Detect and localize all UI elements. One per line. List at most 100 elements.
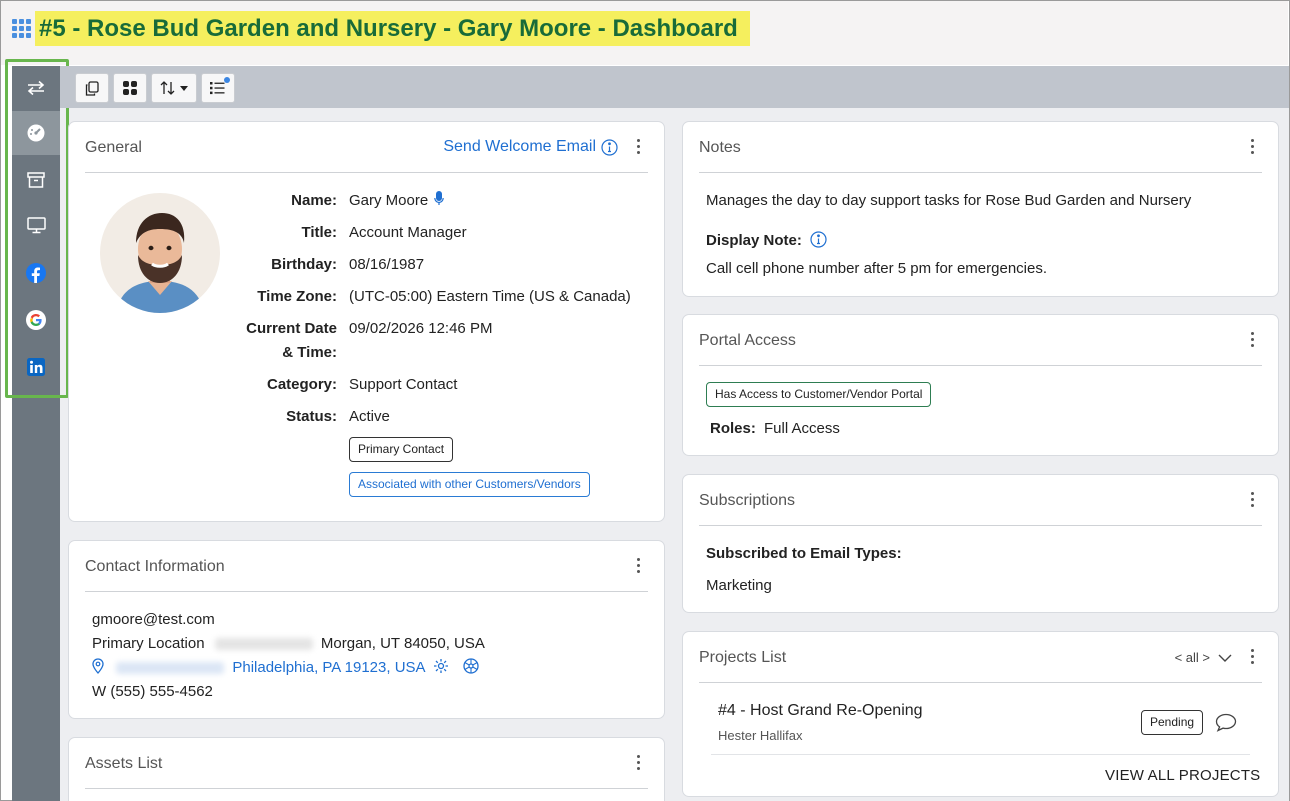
title-value: Account Manager: [349, 224, 467, 241]
roles-row: Roles: Full Access: [710, 417, 840, 441]
notes-text: Manages the day to day support tasks for…: [706, 192, 1192, 209]
sidebar-item-switch[interactable]: [12, 66, 60, 110]
notes-title: Notes: [699, 139, 741, 156]
facebook-icon: [26, 263, 46, 283]
microphone-icon[interactable]: [434, 191, 445, 206]
assets-menu-icon[interactable]: [632, 755, 644, 770]
category-value: Support Contact: [349, 376, 458, 393]
display-note-label: Display Note:: [706, 232, 802, 249]
phone-link[interactable]: W (555) 555-4562: [92, 680, 213, 704]
swap-arrows-icon: [27, 80, 45, 96]
portal-title: Portal Access: [699, 332, 796, 349]
current-datetime-value: 09/02/2026 12:46 PM: [349, 320, 493, 337]
widgets-grid-icon: [123, 81, 137, 95]
redacted-street: [116, 662, 225, 675]
portal-menu-icon[interactable]: [1246, 332, 1258, 347]
name-text: Gary Moore: [349, 192, 429, 209]
portal-access-badge: Has Access to Customer/Vendor Portal: [706, 382, 932, 407]
send-welcome-email-link[interactable]: Send Welcome Email: [443, 138, 618, 156]
chevron-down-icon: [1218, 654, 1232, 662]
archive-box-icon: [27, 172, 45, 188]
page-title: #5 - Rose Bud Garden and Nursery - Gary …: [35, 11, 750, 46]
sidebar-item-google[interactable]: [12, 298, 60, 342]
divider: [85, 591, 648, 592]
roles-value: Full Access: [764, 420, 840, 437]
sort-dropdown-button[interactable]: [151, 73, 197, 103]
caret-down-icon: [180, 85, 188, 91]
projects-filter[interactable]: < all >: [1175, 650, 1232, 665]
category-label: Category:: [266, 376, 337, 393]
divider: [699, 682, 1262, 683]
copy-icon: [85, 80, 99, 96]
notification-dot: [224, 77, 230, 83]
divider: [699, 525, 1262, 526]
subscriptions-menu-icon[interactable]: [1246, 492, 1258, 507]
assets-title: Assets List: [85, 755, 163, 772]
sidebar-item-dashboard[interactable]: [12, 111, 60, 155]
sidebar-item-devices[interactable]: [12, 203, 60, 247]
send-welcome-email-label: Send Welcome Email: [443, 138, 596, 155]
secondary-address-row: Philadelphia, PA 19123, USA: [92, 656, 479, 680]
list-settings-icon: [210, 82, 225, 95]
current-datetime-label-line2: & Time:: [282, 344, 337, 361]
name-label: Name:: [291, 192, 337, 209]
widgets-button[interactable]: [113, 73, 147, 103]
subscribed-email-types-label: Subscribed to Email Types:: [706, 545, 902, 562]
globe-network-icon[interactable]: [463, 658, 479, 674]
timezone-label: Time Zone:: [257, 288, 337, 305]
divider: [85, 788, 648, 789]
status-value: Active: [349, 408, 390, 425]
sort-arrows-icon: [160, 81, 175, 95]
redacted-address: [214, 638, 313, 651]
sidebar-item-linkedin[interactable]: [12, 345, 60, 389]
contact-menu-icon[interactable]: [632, 558, 644, 573]
notes-menu-icon[interactable]: [1246, 139, 1258, 154]
divider: [85, 172, 648, 173]
project-item-name[interactable]: #4 - Host Grand Re-Opening: [718, 699, 923, 723]
info-icon[interactable]: [601, 138, 618, 156]
display-note-text: Call cell phone number after 5 pm for em…: [706, 260, 1048, 277]
title-label: Title:: [301, 224, 337, 241]
birthday-value: 08/16/1987: [349, 256, 425, 273]
projects-menu-icon[interactable]: [1246, 649, 1258, 664]
map-pin-icon: [92, 658, 104, 674]
list-settings-button[interactable]: [201, 73, 235, 103]
primary-location-row: Primary Location Morgan, UT 84050, USA: [92, 632, 485, 656]
status-label: Status:: [286, 408, 337, 425]
general-menu-icon[interactable]: [632, 139, 644, 154]
general-title: General: [85, 139, 142, 156]
primary-location-label: Primary Location: [92, 635, 205, 652]
linkedin-icon: [27, 358, 45, 376]
gear-icon[interactable]: [433, 658, 449, 674]
sidebar-item-archive[interactable]: [12, 158, 60, 202]
email-link[interactable]: gmoore@test.com: [92, 608, 215, 632]
primary-contact-badge: Primary Contact: [349, 437, 454, 462]
view-all-projects-link[interactable]: VIEW ALL PROJECTS: [1105, 764, 1260, 788]
primary-location-address: Morgan, UT 84050, USA: [320, 635, 485, 652]
apps-grid-icon[interactable]: [12, 19, 31, 38]
current-datetime-label-line1: Current Date: [246, 320, 337, 337]
dashboard-gauge-icon: [27, 124, 45, 142]
name-value: Gary Moore: [349, 189, 445, 213]
birthday-label: Birthday:: [271, 256, 337, 273]
google-icon: [26, 310, 46, 330]
copy-button[interactable]: [75, 73, 109, 103]
projects-filter-label: < all >: [1174, 650, 1210, 665]
comment-icon[interactable]: [1215, 713, 1237, 732]
toolbar: [60, 66, 1289, 108]
subscription-marketing: Marketing: [706, 577, 772, 594]
sidebar-item-facebook[interactable]: [12, 251, 60, 295]
project-item-person: Hester Hallifax: [718, 728, 803, 743]
subscriptions-title: Subscriptions: [699, 492, 796, 509]
secondary-address-link[interactable]: Philadelphia, PA 19123, USA: [232, 659, 424, 676]
assets-list-card: Assets List: [68, 737, 665, 801]
project-status-badge: Pending: [1141, 710, 1204, 735]
associated-customers-badge[interactable]: Associated with other Customers/Vendors: [349, 472, 590, 497]
divider: [699, 172, 1262, 173]
info-icon[interactable]: [810, 231, 827, 248]
roles-label: Roles:: [710, 420, 756, 437]
timezone-value: (UTC-05:00) Eastern Time (US & Canada): [349, 288, 631, 305]
projects-title: Projects List: [699, 649, 787, 666]
monitor-icon: [26, 216, 46, 233]
divider: [699, 365, 1262, 366]
